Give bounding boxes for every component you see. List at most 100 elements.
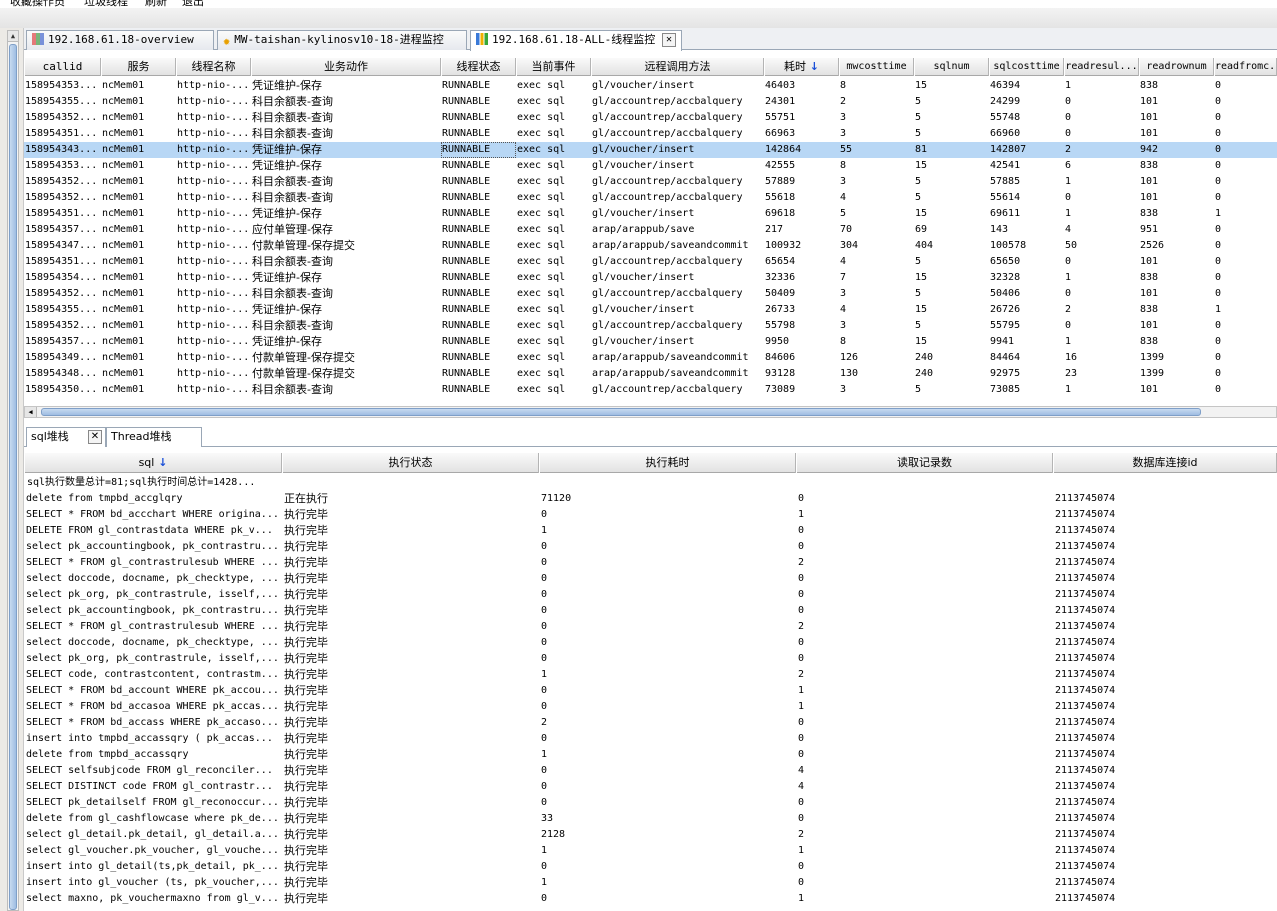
table-row[interactable]: 158954343... ncMem01 http-nio-... 凭证维护-保存 RU…: [24, 142, 1277, 158]
table-row[interactable]: SELECT * FROM bd_accchart WHERE origina.…: [24, 507, 1277, 523]
scroll-up-arrow-icon[interactable]: ▲: [8, 31, 18, 42]
table-row[interactable]: 158954353... ncMem01 http-nio-... 凭证维护-保存 RU…: [24, 78, 1277, 94]
column-header[interactable]: sqlcosttime: [989, 58, 1064, 76]
table-row[interactable]: SELECT * FROM gl_contrastrulesub WHERE .…: [24, 619, 1277, 635]
table-row[interactable]: 158954352... ncMem01 http-nio-... 科目余额表-查询 R…: [24, 110, 1277, 126]
table-row[interactable]: 158954355... ncMem01 http-nio-... 科目余额表-查询 R…: [24, 94, 1277, 110]
table-row[interactable]: 158954355... ncMem01 http-nio-... 凭证维护-保存 RU…: [24, 302, 1277, 318]
table-row[interactable]: 158954357... ncMem01 http-nio-... 凭证维护-保存 RU…: [24, 334, 1277, 350]
table-row[interactable]: insert into gl_detail(ts,pk_detail, pk_.…: [24, 859, 1277, 875]
table-row[interactable]: SELECT code, contrastcontent, contrastm.…: [24, 667, 1277, 683]
table-cell: 2: [1065, 304, 1072, 315]
table-row[interactable]: 158954348... ncMem01 http-nio-... 付款单管理-保存提…: [24, 366, 1277, 382]
column-header[interactable]: 耗时 ↓: [764, 58, 839, 76]
column-header[interactable]: 数据库连接id: [1053, 453, 1277, 473]
table-cell: 9950: [765, 336, 790, 347]
table-row[interactable]: 158954347... ncMem01 http-nio-... 付款单管理-保存提…: [24, 238, 1277, 254]
table-row[interactable]: select maxno, pk_vouchermaxno from gl_v.…: [24, 891, 1277, 907]
table-row[interactable]: insert into gl_voucher (ts, pk_voucher,.…: [24, 875, 1277, 891]
table-row[interactable]: delete from tmpbd_accglqry 正在执行 71120 0 2113…: [24, 491, 1277, 507]
table-row[interactable]: select gl_voucher.pk_voucher, gl_vouche.…: [24, 843, 1277, 859]
table-cell: ncMem01: [102, 192, 145, 203]
menu-bar: 收藏操作员 垃圾线程 刷新 退出: [0, 0, 1277, 8]
table-cell: exec sql: [517, 240, 566, 251]
column-header[interactable]: readresul...: [1064, 58, 1139, 76]
table-row[interactable]: select doccode, docname, pk_checktype, .…: [24, 571, 1277, 587]
tab-sql-stack[interactable]: sql堆栈 ✕: [26, 427, 106, 447]
table-row[interactable]: 158954352... ncMem01 http-nio-... 科目余额表-查询 R…: [24, 174, 1277, 190]
menu-refresh[interactable]: 刷新: [145, 0, 167, 8]
table-row[interactable]: SELECT selfsubjcode FROM gl_reconciler..…: [24, 763, 1277, 779]
scrollbar-thumb[interactable]: [9, 44, 17, 910]
tab-thread-stack[interactable]: Thread堆栈: [106, 427, 202, 447]
table-cell: 4: [798, 781, 805, 792]
menu-garbage-threads[interactable]: 垃圾线程: [84, 0, 128, 8]
column-header[interactable]: 执行状态: [282, 453, 539, 473]
table-row[interactable]: SELECT * FROM bd_account WHERE pk_accou.…: [24, 683, 1277, 699]
scrollbar-thumb[interactable]: [41, 408, 1201, 416]
menu-exit[interactable]: 退出: [182, 0, 204, 8]
table-row[interactable]: select pk_accountingbook, pk_contrastru.…: [24, 603, 1277, 619]
table-cell: gl/voucher/insert: [592, 144, 695, 155]
table-cell: 0: [798, 525, 805, 536]
menu-favorite-operator[interactable]: 收藏操作员: [10, 0, 65, 8]
table-row[interactable]: 158954352... ncMem01 http-nio-... 科目余额表-查询 R…: [24, 286, 1277, 302]
table-row[interactable]: select doccode, docname, pk_checktype, .…: [24, 635, 1277, 651]
table-cell: 23: [1065, 368, 1078, 379]
table-row[interactable]: SELECT pk_detailself FROM gl_reconoccur.…: [24, 795, 1277, 811]
tab-overview[interactable]: 192.168.61.18-overview: [26, 30, 214, 50]
table-cell: http-nio-...: [177, 240, 250, 251]
column-header[interactable]: 线程名称: [176, 58, 251, 76]
column-header[interactable]: 服务: [101, 58, 176, 76]
column-header[interactable]: callid: [24, 58, 101, 76]
column-header[interactable]: 远程调用方法: [591, 58, 764, 76]
table-row[interactable]: 158954357... ncMem01 http-nio-... 应付单管理-保存 R…: [24, 222, 1277, 238]
table-row[interactable]: SELECT * FROM bd_accass WHERE pk_accaso.…: [24, 715, 1277, 731]
tab-thread-monitor[interactable]: 192.168.61.18-ALL-线程监控 ✕: [470, 30, 682, 51]
table-cell: 0: [541, 765, 548, 776]
thread-table-horizontal-scrollbar[interactable]: ◀: [24, 406, 1277, 418]
table-row[interactable]: 158954351... ncMem01 http-nio-... 科目余额表-查询 R…: [24, 254, 1277, 270]
table-row[interactable]: 158954349... ncMem01 http-nio-... 付款单管理-保存提…: [24, 350, 1277, 366]
table-row[interactable]: 158954352... ncMem01 http-nio-... 科目余额表-查询 R…: [24, 190, 1277, 206]
table-cell: 158954352...: [25, 176, 98, 187]
table-row[interactable]: select gl_detail.pk_detail, gl_detail.a.…: [24, 827, 1277, 843]
table-cell: 73089: [765, 384, 796, 395]
column-header[interactable]: mwcosttime: [839, 58, 914, 76]
table-cell: 1: [1065, 80, 1072, 91]
page-vertical-scrollbar[interactable]: ▲: [7, 30, 19, 911]
close-icon[interactable]: ✕: [88, 430, 102, 444]
table-row[interactable]: 158954353... ncMem01 http-nio-... 凭证维护-保存 RU…: [24, 158, 1277, 174]
column-header[interactable]: 线程状态: [441, 58, 516, 76]
table-row[interactable]: 158954352... ncMem01 http-nio-... 科目余额表-查询 R…: [24, 318, 1277, 334]
column-header[interactable]: readrownum: [1139, 58, 1214, 76]
table-row[interactable]: select pk_org, pk_contrastrule, isself,.…: [24, 587, 1277, 603]
column-header[interactable]: 当前事件: [516, 58, 591, 76]
table-cell: 2113745074: [1055, 893, 1116, 904]
table-row[interactable]: select pk_org, pk_contrastrule, isself,.…: [24, 651, 1277, 667]
table-row[interactable]: delete from gl_cashflowcase where pk_de.…: [24, 811, 1277, 827]
table-row[interactable]: delete from tmpbd_accassqry 执行完毕 1 0 2113745…: [24, 747, 1277, 763]
table-row[interactable]: DELETE FROM gl_contrastdata WHERE pk_v..…: [24, 523, 1277, 539]
column-header[interactable]: 业务动作: [251, 58, 441, 76]
column-header[interactable]: readfromc...: [1214, 58, 1277, 76]
table-row[interactable]: 158954351... ncMem01 http-nio-... 科目余额表-查询 R…: [24, 126, 1277, 142]
table-cell: 0: [1215, 80, 1222, 91]
table-cell: 2113745074: [1055, 509, 1116, 520]
table-row[interactable]: insert into tmpbd_accassqry ( pk_accas..…: [24, 731, 1277, 747]
column-header[interactable]: 读取记录数: [796, 453, 1053, 473]
table-row[interactable]: 158954354... ncMem01 http-nio-... 凭证维护-保存 RU…: [24, 270, 1277, 286]
table-cell: 2113745074: [1055, 861, 1116, 872]
column-header[interactable]: sql ↓: [24, 453, 282, 473]
table-row[interactable]: SELECT * FROM bd_accasoa WHERE pk_accas.…: [24, 699, 1277, 715]
table-row[interactable]: 158954350... ncMem01 http-nio-... 科目余额表-查询 R…: [24, 382, 1277, 398]
close-icon[interactable]: ✕: [662, 33, 676, 47]
tab-process-monitor[interactable]: ✹ MW-taishan-kylinosv10-18-进程监控: [217, 30, 467, 50]
column-header[interactable]: 执行耗时: [539, 453, 796, 473]
table-row[interactable]: 158954351... ncMem01 http-nio-... 凭证维护-保存 RU…: [24, 206, 1277, 222]
table-row[interactable]: select pk_accountingbook, pk_contrastru.…: [24, 539, 1277, 555]
table-row[interactable]: SELECT DISTINCT code FROM gl_contrastr..…: [24, 779, 1277, 795]
scroll-left-arrow-icon[interactable]: ◀: [25, 407, 37, 417]
column-header[interactable]: sqlnum: [914, 58, 989, 76]
table-row[interactable]: SELECT * FROM gl_contrastrulesub WHERE .…: [24, 555, 1277, 571]
